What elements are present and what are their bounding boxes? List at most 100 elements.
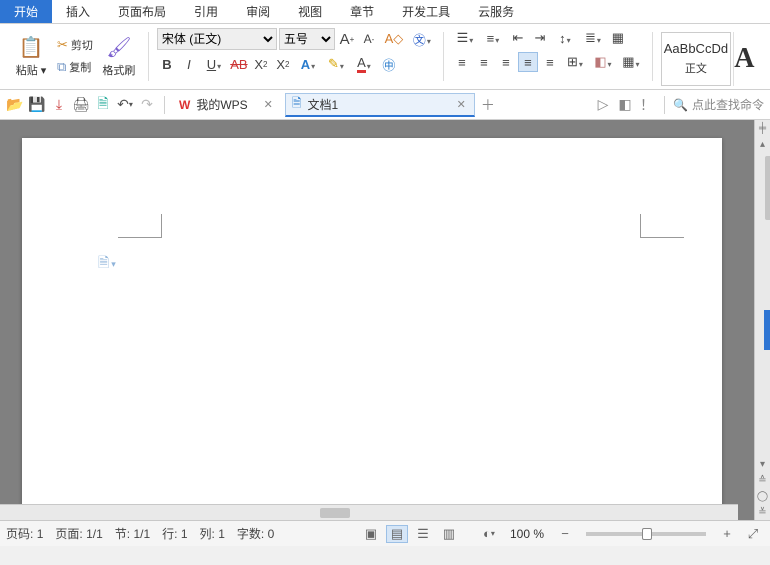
new-tab-button[interactable]: ＋: [479, 96, 497, 114]
style-normal[interactable]: AaBbCcDd 正文: [661, 32, 731, 86]
shading-button[interactable]: ◧: [590, 52, 616, 72]
phonetic-guide-button[interactable]: ㉆: [409, 29, 435, 49]
superscript-button[interactable]: X2: [251, 54, 271, 74]
numbering-button[interactable]: ≡: [480, 28, 506, 48]
copy-button[interactable]: ⧉复制: [54, 57, 96, 77]
browse-object-icon[interactable]: ◯: [755, 488, 770, 504]
notify-icon[interactable]: ！: [638, 96, 656, 114]
status-page[interactable]: 页面: 1/1: [55, 525, 102, 542]
status-page-no[interactable]: 页码: 1: [6, 525, 43, 542]
font-group: 宋体 (正文) 五号 A+ A- A◇ ㉆ B I U AB X2 X2 A ✎…: [153, 28, 439, 89]
styles-group: AaBbCcDd 正文 A: [657, 28, 759, 89]
cut-label: 剪切: [71, 37, 93, 53]
menu-tab-devtools[interactable]: 开发工具: [388, 0, 464, 23]
close-icon[interactable]: ✕: [457, 98, 466, 111]
zoom-out-button[interactable]: −: [554, 525, 576, 543]
status-words[interactable]: 字数: 0: [237, 525, 274, 542]
print-preview-icon[interactable]: 🗎: [94, 96, 112, 114]
show-marks-button[interactable]: ▦: [608, 28, 628, 48]
status-column: 列: 1: [200, 525, 225, 542]
side-panel-grip[interactable]: [764, 310, 770, 350]
menu-tab-view[interactable]: 视图: [284, 0, 336, 23]
style-heading[interactable]: A: [733, 32, 755, 86]
reading-mode-button[interactable]: ◐▾: [478, 525, 500, 543]
menu-tab-references[interactable]: 引用: [180, 0, 232, 23]
distribute-button[interactable]: ≡: [540, 52, 560, 72]
tab-my-wps[interactable]: W 我的WPS ✕: [173, 93, 281, 117]
line-spacing-button[interactable]: ≣: [580, 28, 606, 48]
font-name-combo[interactable]: 宋体 (正文): [157, 28, 277, 50]
zoom-slider[interactable]: [586, 532, 706, 536]
menu-tab-cloud[interactable]: 云服务: [464, 0, 528, 23]
zoom-value[interactable]: 100 %: [510, 527, 544, 541]
subscript-button[interactable]: X2: [273, 54, 293, 74]
view-fullscreen-button[interactable]: ▣: [360, 525, 382, 543]
align-right-button[interactable]: ≡: [496, 52, 516, 72]
bold-button[interactable]: B: [157, 54, 177, 74]
margin-guide: [640, 214, 684, 238]
menu-tab-layout[interactable]: 页面布局: [104, 0, 180, 23]
align-left-button[interactable]: ≡: [452, 52, 472, 72]
menu-tab-review[interactable]: 审阅: [232, 0, 284, 23]
status-section[interactable]: 节: 1/1: [115, 525, 150, 542]
prev-page-icon[interactable]: ≙: [755, 472, 770, 488]
menu-tab-insert[interactable]: 插入: [52, 0, 104, 23]
increase-indent-button[interactable]: ⇥: [530, 28, 550, 48]
view-print-layout-button[interactable]: ▤: [386, 525, 408, 543]
tab-my-wps-label: 我的WPS: [196, 96, 247, 113]
next-page-icon[interactable]: ≚: [755, 504, 770, 520]
underline-button[interactable]: U: [201, 54, 227, 74]
split-icon[interactable]: ╪: [755, 120, 770, 136]
zoom-slider-thumb[interactable]: [642, 528, 652, 540]
command-search[interactable]: 🔍 点此查找命令: [673, 96, 764, 113]
bullets-button[interactable]: ☰: [452, 28, 478, 48]
strikethrough-button[interactable]: AB: [229, 54, 249, 74]
print-icon[interactable]: 🖨: [72, 96, 90, 114]
zoom-in-button[interactable]: +: [716, 525, 738, 543]
quick-access-bar: 📂 💾 ⤓ 🖨 🗎 ↶▾ ↷ W 我的WPS ✕ 🗎 文档1 ✕ ＋ ▷ ◧ ！…: [0, 90, 770, 120]
borders-button[interactable]: ▦: [618, 52, 644, 72]
scroll-down-icon[interactable]: ▾: [755, 456, 770, 472]
shrink-font-button[interactable]: A-: [359, 29, 379, 49]
decrease-indent-button[interactable]: ⇤: [508, 28, 528, 48]
font-size-combo[interactable]: 五号: [279, 28, 335, 50]
paste-button[interactable]: 📋 粘贴 ▾: [10, 28, 52, 84]
align-center-button[interactable]: ≡: [474, 52, 494, 72]
tab-settings-button[interactable]: ⊞: [562, 52, 588, 72]
page[interactable]: 🗎▾: [22, 138, 722, 520]
scrollbar-thumb[interactable]: [320, 508, 350, 518]
document-icon: 🗎: [292, 94, 302, 115]
format-painter-button[interactable]: 🖌 格式刷: [98, 28, 140, 84]
font-color-button[interactable]: A: [351, 54, 377, 74]
enclose-char-button[interactable]: ㊥: [379, 54, 399, 74]
align-justify-button[interactable]: ≡: [518, 52, 538, 72]
document-viewport[interactable]: 🗎▾: [0, 120, 754, 520]
scrollbar-thumb[interactable]: [765, 156, 770, 220]
cut-button[interactable]: ✂剪切: [54, 35, 96, 55]
close-icon[interactable]: ✕: [264, 98, 273, 111]
undo-icon[interactable]: ↶▾: [116, 96, 134, 114]
scroll-up-icon[interactable]: ▴: [755, 136, 770, 152]
highlight-button[interactable]: ✎: [323, 54, 349, 74]
separator: [652, 32, 653, 81]
text-direction-button[interactable]: ↕: [552, 28, 578, 48]
view-web-button[interactable]: ▥: [438, 525, 460, 543]
paragraph-flyout[interactable]: 🗎▾: [98, 252, 116, 276]
view-outline-button[interactable]: ☰: [412, 525, 434, 543]
nav-back-icon[interactable]: ▷: [594, 96, 612, 114]
clear-format-button[interactable]: A◇: [381, 29, 407, 49]
open-icon[interactable]: 📂: [6, 96, 24, 114]
italic-button[interactable]: I: [179, 54, 199, 74]
text-effects-button[interactable]: A: [295, 54, 321, 74]
redo-icon[interactable]: ↷: [138, 96, 156, 114]
grow-font-button[interactable]: A+: [337, 29, 357, 49]
menu-tab-start[interactable]: 开始: [0, 0, 52, 23]
task-pane-icon[interactable]: ◧: [616, 96, 634, 114]
save-icon[interactable]: 💾: [28, 96, 46, 114]
export-pdf-icon[interactable]: ⤓: [50, 96, 68, 114]
tab-document[interactable]: 🗎 文档1 ✕: [285, 93, 475, 117]
menu-tab-sections[interactable]: 章节: [336, 0, 388, 23]
horizontal-scrollbar[interactable]: [0, 504, 738, 520]
fit-page-button[interactable]: ⤢: [742, 525, 764, 543]
separator: [148, 32, 149, 81]
